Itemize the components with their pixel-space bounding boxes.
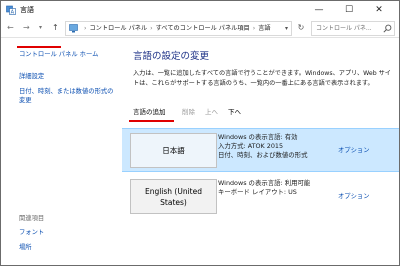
move-up-button[interactable]: 上へ <box>205 106 218 116</box>
breadcrumb-language[interactable]: 言語 <box>258 25 270 32</box>
breadcrumb-all-items[interactable]: すべてのコントロール パネル項目 <box>156 25 250 32</box>
page-description: 入力は、一覧に追加したすべての言語で行うことができます。Windows、アプリ、… <box>133 70 391 87</box>
annotation-underline-advanced <box>17 46 61 48</box>
advanced-settings-link[interactable]: 詳細設定 <box>19 72 44 81</box>
move-down-button[interactable]: 下へ <box>228 106 241 116</box>
recent-locations-button[interactable]: ▾ <box>39 22 42 34</box>
search-input[interactable]: コントロール パネ... <box>311 21 395 36</box>
svg-text:A: A <box>11 10 15 15</box>
language-options-link[interactable]: オプション <box>338 191 369 200</box>
language-name-tile: English (United States) <box>130 179 217 214</box>
language-window: A 言語 — ☐ ✕ ← → ▾ ↑ › コントロール パネル › すべてのコントロー… <box>0 0 400 266</box>
breadcrumb-control-panel[interactable]: コントロール パネル <box>89 25 147 32</box>
language-detail-line: Windows の表示言語: 利用可能 <box>218 179 311 187</box>
maximize-button[interactable]: ☐ <box>334 1 364 19</box>
navigation-bar: ← → ▾ ↑ › コントロール パネル › すべてのコントロール パネル項目 › 言語 … <box>1 19 399 38</box>
breadcrumb-separator: › <box>252 25 256 32</box>
breadcrumb-separator: › <box>150 25 153 32</box>
control-panel-home-link[interactable]: コントロール パネル ホーム <box>19 50 98 59</box>
title-bar: A 言語 — ☐ ✕ <box>1 1 399 19</box>
refresh-icon[interactable]: ↻ <box>294 21 308 34</box>
search-placeholder: コントロール パネ... <box>316 25 372 32</box>
language-list-item-japanese[interactable]: 日本語 Windows の表示言語: 有効 入力方式: ATOK 2015 日付… <box>122 128 399 172</box>
language-detail-line: 日付、時刻、および数値の形式 <box>218 151 308 159</box>
search-icon <box>383 24 392 33</box>
breadcrumb: › コントロール パネル › すべてのコントロール パネル項目 › 言語 <box>81 22 271 35</box>
language-name-tile: 日本語 <box>130 133 217 168</box>
main-content: 言語の設定の変更 入力は、一覧に追加したすべての言語で行うことができます。Win… <box>122 38 399 265</box>
forward-button[interactable]: → <box>23 22 30 34</box>
language-detail-line: キーボード レイアウト: US <box>218 188 297 196</box>
remove-language-button[interactable]: 削除 <box>182 106 195 116</box>
back-button[interactable]: ← <box>7 22 14 34</box>
address-bar[interactable]: › コントロール パネル › すべてのコントロール パネル項目 › 言語 ▾ <box>65 21 292 36</box>
control-panel-icon <box>69 24 78 33</box>
address-dropdown-button[interactable]: ▾ <box>285 22 288 35</box>
page-title: 言語の設定の変更 <box>133 51 210 62</box>
language-list-item-english[interactable]: English (United States) Windows の表示言語: 利… <box>122 175 399 217</box>
language-details: Windows の表示言語: 利用可能 キーボード レイアウト: US <box>218 179 336 197</box>
language-details: Windows の表示言語: 有効 入力方式: ATOK 2015 日付、時刻、… <box>218 133 336 160</box>
change-date-time-format-link[interactable]: 日付、時刻、または数値の形式の変更 <box>19 87 115 105</box>
language-toolbar: 言語の追加 削除 上へ 下へ <box>122 102 399 120</box>
language-options-link[interactable]: オプション <box>338 145 369 154</box>
close-button[interactable]: ✕ <box>364 1 394 19</box>
breadcrumb-separator: › <box>84 25 87 32</box>
add-language-button[interactable]: 言語の追加 <box>133 106 166 116</box>
sidebar: コントロール パネル ホーム 詳細設定 日付、時刻、または数値の形式の変更 関連… <box>1 38 121 265</box>
language-detail-line: 入力方式: ATOK 2015 <box>218 142 284 150</box>
up-button[interactable]: ↑ <box>52 22 59 34</box>
window-title: 言語 <box>20 6 34 14</box>
location-link[interactable]: 場所 <box>19 243 32 252</box>
related-items-heading: 関連項目 <box>19 215 45 222</box>
minimize-button[interactable]: — <box>304 1 334 19</box>
font-link[interactable]: フォント <box>19 228 44 237</box>
language-icon: A <box>6 5 16 15</box>
language-detail-line: Windows の表示言語: 有効 <box>218 133 298 141</box>
